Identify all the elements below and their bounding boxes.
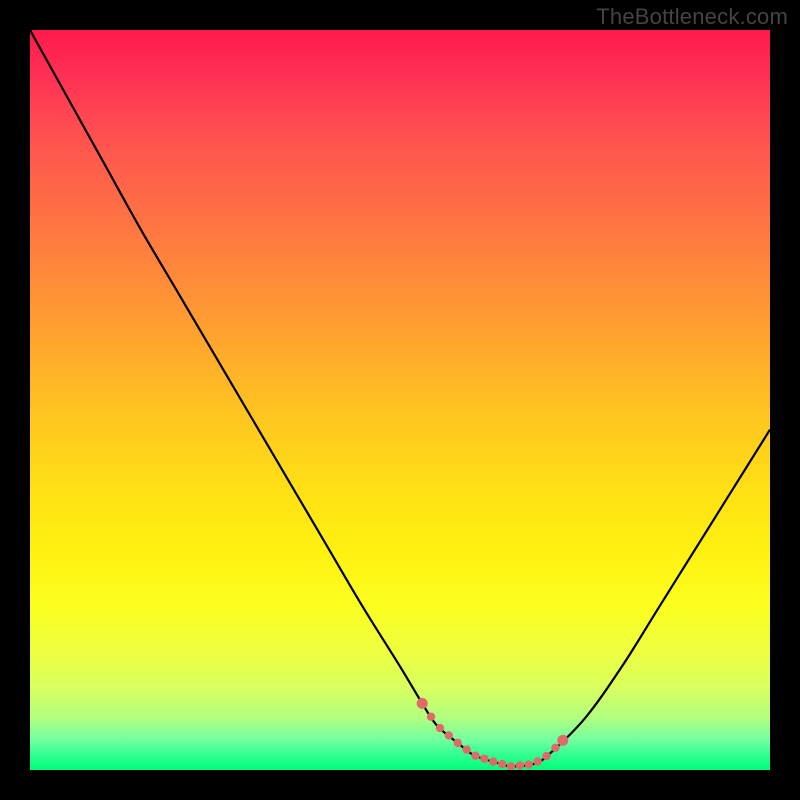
chart-container: TheBottleneck.com: [0, 0, 800, 800]
watermark-label: TheBottleneck.com: [596, 4, 788, 30]
plot-area: [30, 30, 770, 770]
optimal-zone-dots: [417, 698, 569, 770]
curve-layer: [30, 30, 770, 770]
bottleneck-curve: [30, 30, 770, 766]
